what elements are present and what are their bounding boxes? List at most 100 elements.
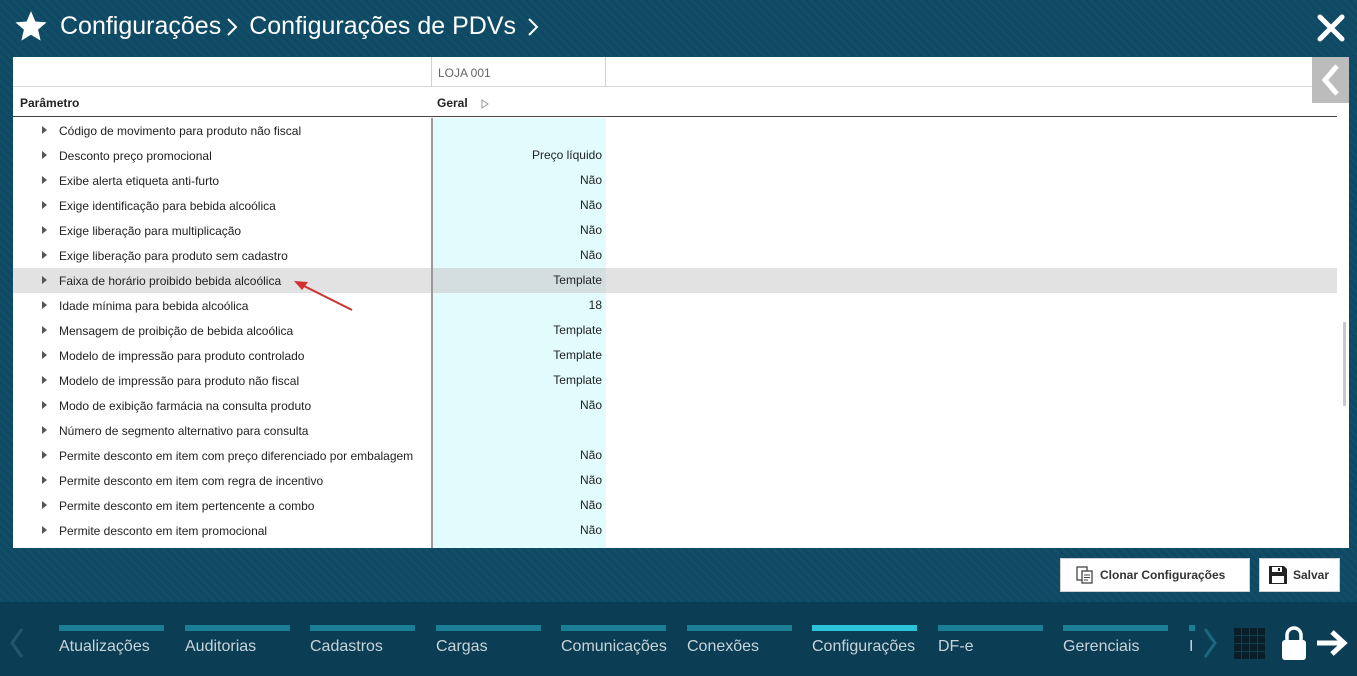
breadcrumb-item-configuracoes-de-pdvs[interactable]: Configurações de PDVs: [249, 12, 516, 41]
row-value-cell[interactable]: 18: [433, 293, 606, 318]
table-row[interactable]: Permite desconto em item com regra de in…: [13, 468, 1337, 493]
row-value-cell[interactable]: Template: [433, 343, 606, 368]
nav-tab[interactable]: Conexões: [687, 625, 792, 665]
row-value: Não: [579, 198, 602, 212]
chevron-left-icon: [1321, 64, 1339, 96]
row-value-cell[interactable]: Template: [433, 368, 606, 393]
caret-right-icon[interactable]: [42, 301, 47, 309]
nav-next-icon[interactable]: [1202, 627, 1218, 659]
table-row[interactable]: Idade mínima para bebida alcoólica 18: [13, 293, 1337, 318]
caret-right-icon[interactable]: [42, 326, 47, 334]
save-label: Salvar: [1293, 568, 1330, 582]
nav-prev-icon[interactable]: [9, 627, 25, 659]
row-value: Não: [579, 173, 602, 187]
lock-icon[interactable]: [1280, 625, 1308, 661]
nav-tab[interactable]: I: [1189, 625, 1195, 665]
caret-right-icon[interactable]: [42, 501, 47, 509]
scrollbar-thumb[interactable]: [1343, 322, 1346, 406]
caret-right-icon[interactable]: [42, 376, 47, 384]
chevron-right-icon: [225, 10, 245, 42]
caret-right-icon[interactable]: [42, 276, 47, 284]
table-row[interactable]: Faixa de horário proibido bebida alcoóli…: [13, 268, 1337, 293]
caret-right-icon[interactable]: [42, 151, 47, 159]
arrow-right-icon[interactable]: [1315, 628, 1349, 658]
nav-tab-indicator: [687, 625, 792, 631]
row-value: Template: [553, 273, 602, 287]
table-row[interactable]: Modelo de impressão para produto control…: [13, 343, 1337, 368]
row-value: Não: [579, 448, 602, 462]
nav-tab-label: I: [1189, 638, 1194, 655]
table-row[interactable]: Exige liberação para multiplicação Não: [13, 218, 1337, 243]
row-value-cell[interactable]: Não: [433, 218, 606, 243]
nav-tab[interactable]: Cargas: [436, 625, 541, 665]
expand-group-icon[interactable]: [481, 99, 489, 109]
row-value: 18: [588, 298, 602, 312]
row-label: Mensagem de proibição de bebida alcoólic…: [59, 324, 294, 338]
caret-right-icon[interactable]: [42, 526, 47, 534]
table-row[interactable]: Modo de exibição farmácia na consulta pr…: [13, 393, 1337, 418]
nav-tab-label: Cadastros: [310, 638, 383, 655]
row-value-cell[interactable]: [433, 418, 606, 443]
row-label: Exige identificação para bebida alcoólic…: [59, 199, 276, 213]
nav-tab[interactable]: DF-e: [938, 625, 1043, 665]
caret-right-icon[interactable]: [42, 401, 47, 409]
row-value-cell[interactable]: Preço líquido: [433, 143, 606, 168]
table-row[interactable]: Permite desconto em item com preço difer…: [13, 443, 1337, 468]
grid-icon[interactable]: [1234, 628, 1266, 660]
row-label: Permite desconto em item com regra de in…: [59, 474, 324, 488]
caret-right-icon[interactable]: [42, 176, 47, 184]
nav-tab[interactable]: Atualizações: [59, 625, 164, 665]
row-value-cell[interactable]: Não: [433, 468, 606, 493]
caret-right-icon[interactable]: [42, 201, 47, 209]
caret-right-icon[interactable]: [42, 126, 47, 134]
table-row[interactable]: Exibe alerta etiqueta anti-furto Não: [13, 168, 1337, 193]
group-column-header[interactable]: Geral: [437, 96, 468, 110]
caret-right-icon[interactable]: [42, 351, 47, 359]
nav-tab[interactable]: Cadastros: [310, 625, 415, 665]
caret-right-icon[interactable]: [42, 476, 47, 484]
nav-tab-indicator: [561, 625, 666, 631]
row-value-cell[interactable]: [433, 118, 606, 143]
column-divider[interactable]: [431, 118, 433, 548]
table-row[interactable]: Permite desconto em item pertencente a c…: [13, 493, 1337, 518]
row-value-cell[interactable]: Não: [433, 518, 606, 543]
row-value-cell[interactable]: Não: [433, 168, 606, 193]
breadcrumb-item-configuracoes[interactable]: Configurações: [60, 12, 221, 41]
vertical-scrollbar[interactable]: [1339, 117, 1349, 548]
table-row[interactable]: Modelo de impressão para produto não fis…: [13, 368, 1337, 393]
caret-right-icon[interactable]: [42, 251, 47, 259]
caret-right-icon[interactable]: [42, 426, 47, 434]
table-row[interactable]: Desconto preço promocional Preço líquido: [13, 143, 1337, 168]
row-label: Permite desconto em item promocional: [59, 524, 268, 538]
row-value-cell[interactable]: Não: [433, 493, 606, 518]
store-column-header: LOJA 001: [431, 57, 606, 87]
collapse-panel-button[interactable]: [1312, 57, 1349, 103]
row-value-cell[interactable]: Template: [433, 268, 606, 293]
table-row[interactable]: Exige liberação para produto sem cadastr…: [13, 243, 1337, 268]
clone-settings-button[interactable]: Clonar Configurações: [1060, 558, 1250, 592]
row-value-cell[interactable]: Não: [433, 243, 606, 268]
nav-tab-label: DF-e: [938, 638, 974, 655]
row-value-cell[interactable]: Não: [433, 393, 606, 418]
row-value: Não: [579, 473, 602, 487]
row-value-cell[interactable]: Template: [433, 318, 606, 343]
table-row[interactable]: Exige identificação para bebida alcoólic…: [13, 193, 1337, 218]
caret-right-icon[interactable]: [42, 226, 47, 234]
row-label: Exige liberação para multiplicação: [59, 224, 242, 238]
table-row[interactable]: Código de movimento para produto não fis…: [13, 118, 1337, 143]
store-header-row: LOJA 001: [13, 57, 1312, 87]
chevron-right-icon[interactable]: [526, 10, 546, 42]
nav-tab[interactable]: Gerenciais: [1063, 625, 1168, 665]
table-row[interactable]: Permite desconto em item promocional Não: [13, 518, 1337, 543]
nav-tab[interactable]: Comunicações: [561, 625, 667, 665]
row-value-cell[interactable]: Não: [433, 443, 606, 468]
star-icon[interactable]: [14, 9, 48, 43]
caret-right-icon[interactable]: [42, 451, 47, 459]
table-row[interactable]: Número de segmento alternativo para cons…: [13, 418, 1337, 443]
save-button[interactable]: Salvar: [1259, 558, 1340, 592]
nav-tab[interactable]: Configurações: [812, 625, 917, 665]
row-value-cell[interactable]: Não: [433, 193, 606, 218]
nav-tab[interactable]: Auditorias: [185, 625, 290, 665]
close-icon[interactable]: [1316, 13, 1346, 43]
table-row[interactable]: Mensagem de proibição de bebida alcoólic…: [13, 318, 1337, 343]
